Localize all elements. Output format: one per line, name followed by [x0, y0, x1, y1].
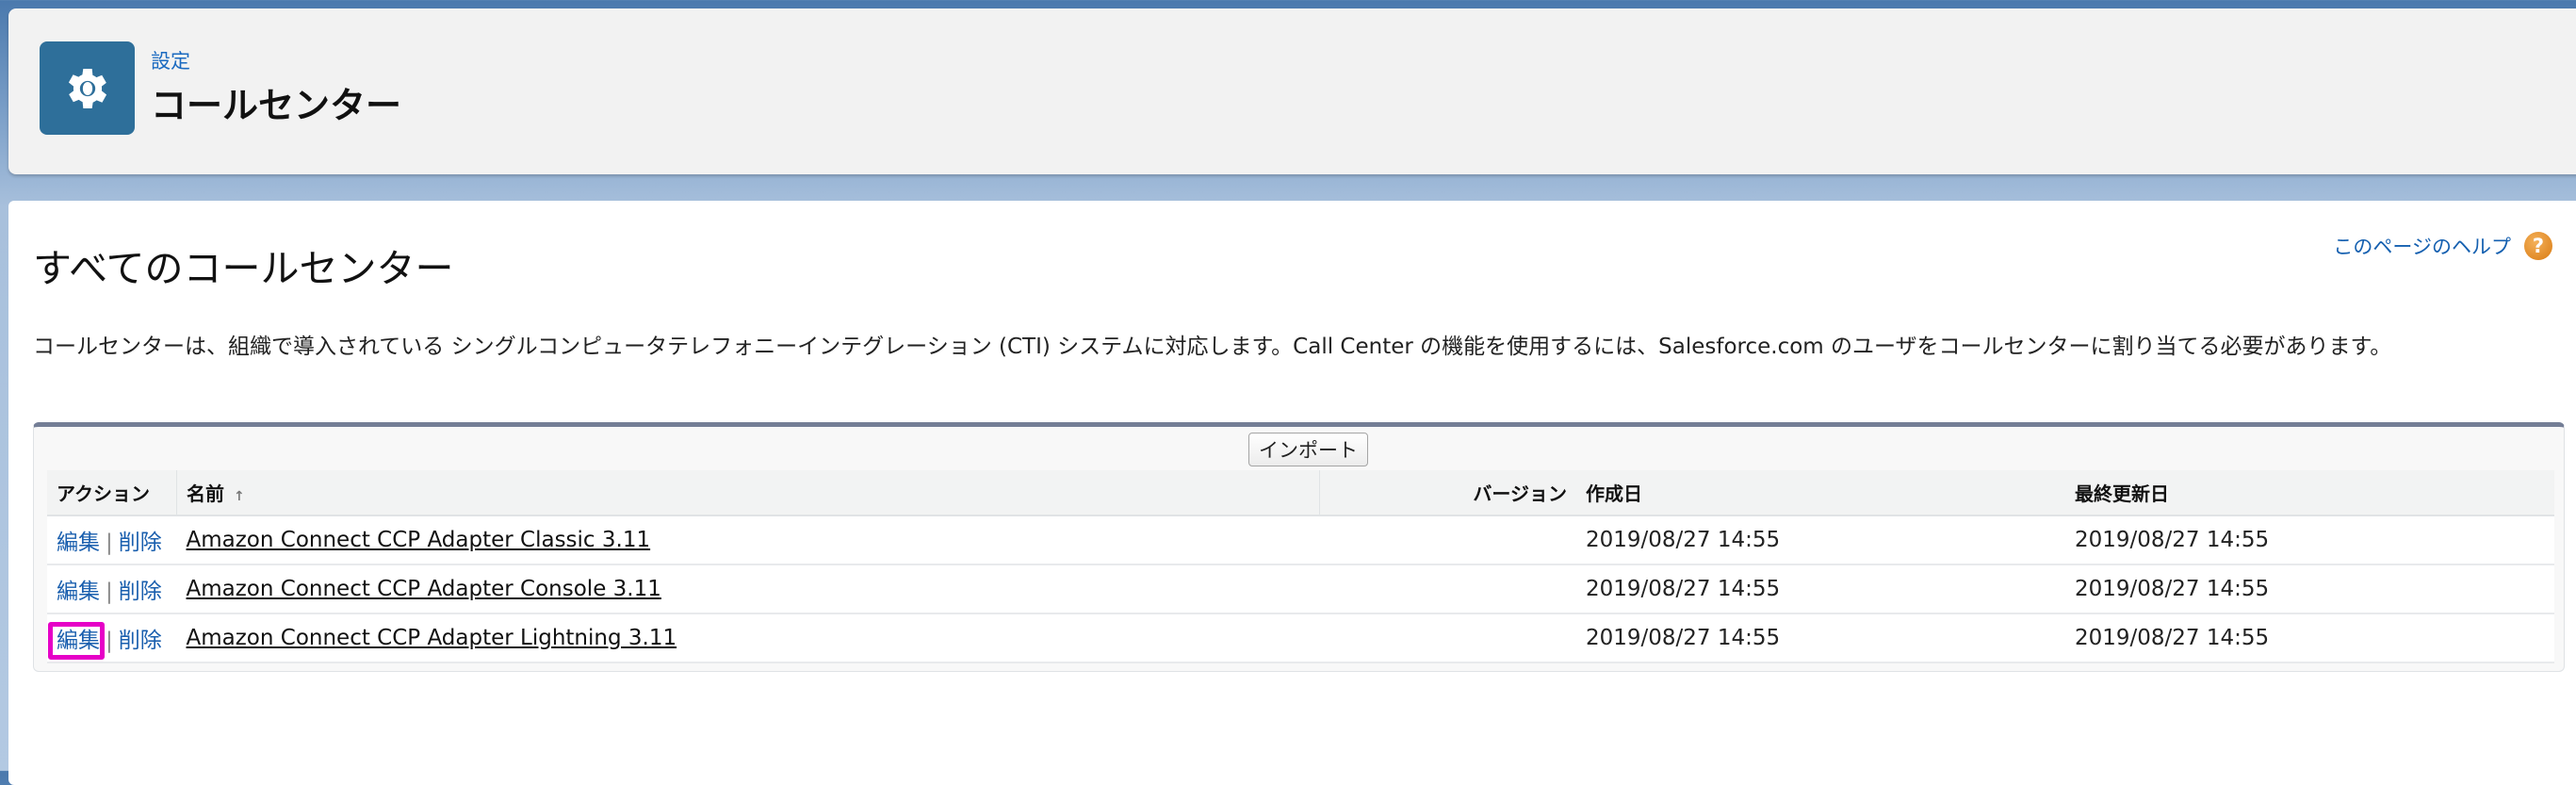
name-cell: Amazon Connect CCP Adapter Lightning 3.1… [176, 613, 1320, 663]
row-actions: 編集 | 削除 [47, 515, 177, 565]
call-center-name-link[interactable]: Amazon Connect CCP Adapter Console 3.11 [187, 577, 661, 601]
column-created[interactable]: 作成日 [1576, 470, 2065, 516]
column-name[interactable]: 名前 ↑ [176, 470, 1320, 516]
row-actions: 編集 | 削除 [47, 564, 177, 614]
help-link-container[interactable]: このページのヘルプ ? [2333, 232, 2552, 260]
call-center-name-link[interactable]: Amazon Connect CCP Adapter Classic 3.11 [187, 528, 651, 552]
created-date-cell: 2019/08/27 14:55 [1576, 515, 2065, 565]
name-cell: Amazon Connect CCP Adapter Classic 3.11 [176, 515, 1320, 565]
row-actions: 編集 | 削除 [47, 613, 177, 663]
edit-link[interactable]: 編集 [57, 531, 100, 555]
call-center-name-link[interactable]: Amazon Connect CCP Adapter Lightning 3.1… [187, 626, 677, 650]
column-action: アクション [47, 470, 177, 516]
version-cell [1319, 515, 1576, 565]
version-cell [1319, 613, 1576, 663]
table-row: 編集 | 削除 Amazon Connect CCP Adapter Classic… [47, 515, 2554, 565]
action-separator: | [106, 629, 113, 653]
help-icon[interactable]: ? [2524, 232, 2552, 260]
action-separator: | [106, 580, 113, 604]
column-modified[interactable]: 最終更新日 [2065, 470, 2554, 516]
modified-date-cell: 2019/08/27 14:55 [2065, 613, 2554, 663]
page-description: コールセンターは、組織で導入されている シングルコンピュータテレフォニーインテグ… [33, 335, 2392, 359]
edit-link[interactable]: 編集 [57, 629, 100, 653]
delete-link[interactable]: 削除 [119, 531, 162, 555]
edit-link[interactable]: 編集 [57, 580, 100, 604]
version-cell [1319, 564, 1576, 614]
action-separator: | [106, 531, 113, 555]
created-date-cell: 2019/08/27 14:55 [1576, 613, 2065, 663]
import-button[interactable]: インポート [1248, 433, 1368, 466]
delete-link[interactable]: 削除 [119, 629, 162, 653]
delete-link[interactable]: 削除 [119, 580, 162, 604]
table-row: 編集 | 削除 Amazon Connect CCP Adapter Lightni… [47, 613, 2554, 663]
page-header-title: コールセンター [151, 85, 402, 126]
content-panel: すべてのコールセンター このページのヘルプ ? コールセンターは、組織で導入され… [8, 201, 2576, 785]
column-name-label[interactable]: 名前 [187, 482, 224, 505]
column-version[interactable]: バージョン [1319, 470, 1576, 516]
breadcrumb-setup[interactable]: 設定 [151, 46, 190, 74]
call-center-table: アクション 名前 ↑ バージョン 作成日 最終更新日 編集 | 削除 Amazon C… [47, 470, 2554, 663]
table-row: 編集 | 削除 Amazon Connect CCP Adapter Console… [47, 564, 2554, 614]
gear-icon [40, 41, 135, 135]
created-date-cell: 2019/08/27 14:55 [1576, 564, 2065, 614]
call-center-list: インポート アクション 名前 ↑ バージョン 作成日 最終更新日 編集 | 削除 Am… [33, 422, 2565, 672]
sort-ascending-icon[interactable]: ↑ [234, 489, 245, 504]
modified-date-cell: 2019/08/27 14:55 [2065, 564, 2554, 614]
table-header-row: アクション 名前 ↑ バージョン 作成日 最終更新日 [47, 470, 2554, 516]
page-header: 設定 コールセンター [8, 8, 2576, 174]
page-title: すべてのコールセンター [33, 246, 454, 291]
modified-date-cell: 2019/08/27 14:55 [2065, 515, 2554, 565]
name-cell: Amazon Connect CCP Adapter Console 3.11 [176, 564, 1320, 614]
help-link[interactable]: このページのヘルプ [2333, 232, 2511, 260]
